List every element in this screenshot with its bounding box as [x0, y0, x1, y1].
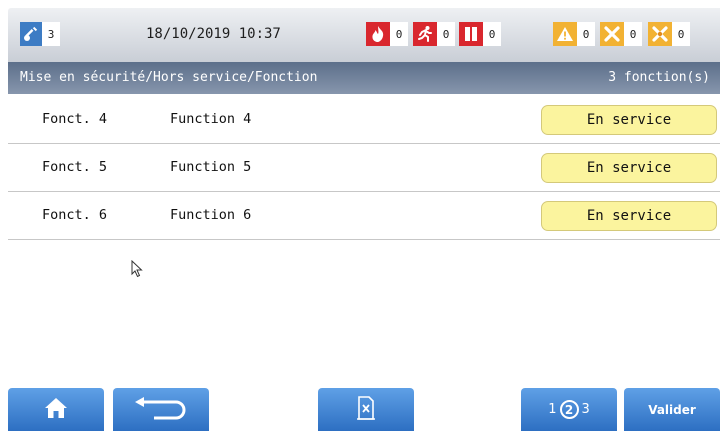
function-name: Function 5 [170, 159, 252, 175]
disabled-count: 0 [672, 22, 690, 46]
evacuation-icon [413, 22, 437, 46]
fire-icon [366, 22, 390, 46]
page-next[interactable]: 3 [582, 402, 590, 417]
door-alarm-counter[interactable]: 0 [459, 22, 501, 46]
warning-icon [553, 22, 577, 46]
mouse-cursor-icon [131, 259, 143, 282]
door-count: 0 [483, 22, 501, 46]
status-button[interactable]: En service [541, 153, 717, 183]
back-icon [132, 395, 190, 425]
list-item[interactable]: Fonct. 4 Function 4 En service [8, 96, 720, 144]
function-id: Fonct. 5 [42, 159, 108, 175]
breadcrumb: Mise en sécurité/Hors service/Fonction [20, 70, 318, 85]
fire-count: 0 [390, 22, 408, 46]
clear-selection-icon [355, 395, 377, 425]
date-time: 18/10/2019 10:37 [146, 26, 281, 42]
fire-alarm-counter[interactable]: 0 [366, 22, 408, 46]
home-icon [43, 396, 69, 424]
function-id: Fonct. 4 [42, 111, 108, 127]
function-list: Fonct. 4 Function 4 En service Fonct. 5 … [8, 96, 720, 240]
page-current: 2 [559, 400, 579, 419]
fault-icon [600, 22, 624, 46]
page-indicator: 1 2 3 [548, 400, 590, 419]
key-count: 3 [42, 22, 60, 46]
function-name: Function 6 [170, 207, 252, 223]
list-item[interactable]: Fonct. 5 Function 5 En service [8, 144, 720, 192]
home-button[interactable] [8, 388, 104, 431]
valider-button[interactable]: Valider [624, 388, 720, 431]
disabled-icon [648, 22, 672, 46]
function-id: Fonct. 6 [42, 207, 108, 223]
fault-alarm-counter[interactable]: 0 [600, 22, 642, 46]
key-switch-indicator[interactable]: 3 [20, 22, 60, 46]
warning-count: 0 [577, 22, 595, 46]
evacuation-alarm-counter[interactable]: 0 [413, 22, 455, 46]
evacuation-count: 0 [437, 22, 455, 46]
page-selector[interactable]: 1 2 3 [521, 388, 617, 431]
status-button[interactable]: En service [541, 201, 717, 231]
breadcrumb-bar: Mise en sécurité/Hors service/Fonction 3… [8, 62, 720, 94]
function-count: 3 fonction(s) [608, 70, 710, 85]
disabled-alarm-counter[interactable]: 0 [648, 22, 690, 46]
key-icon [20, 22, 42, 46]
page-prev[interactable]: 1 [548, 402, 556, 417]
warning-alarm-counter[interactable]: 0 [553, 22, 595, 46]
status-button[interactable]: En service [541, 105, 717, 135]
back-button[interactable] [113, 388, 209, 431]
fault-count: 0 [624, 22, 642, 46]
door-icon [459, 22, 483, 46]
list-item[interactable]: Fonct. 6 Function 6 En service [8, 192, 720, 240]
status-bar: 3 18/10/2019 10:37 0 0 0 0 0 0 [8, 8, 720, 62]
clear-selection-button[interactable] [318, 388, 414, 431]
function-name: Function 4 [170, 111, 252, 127]
